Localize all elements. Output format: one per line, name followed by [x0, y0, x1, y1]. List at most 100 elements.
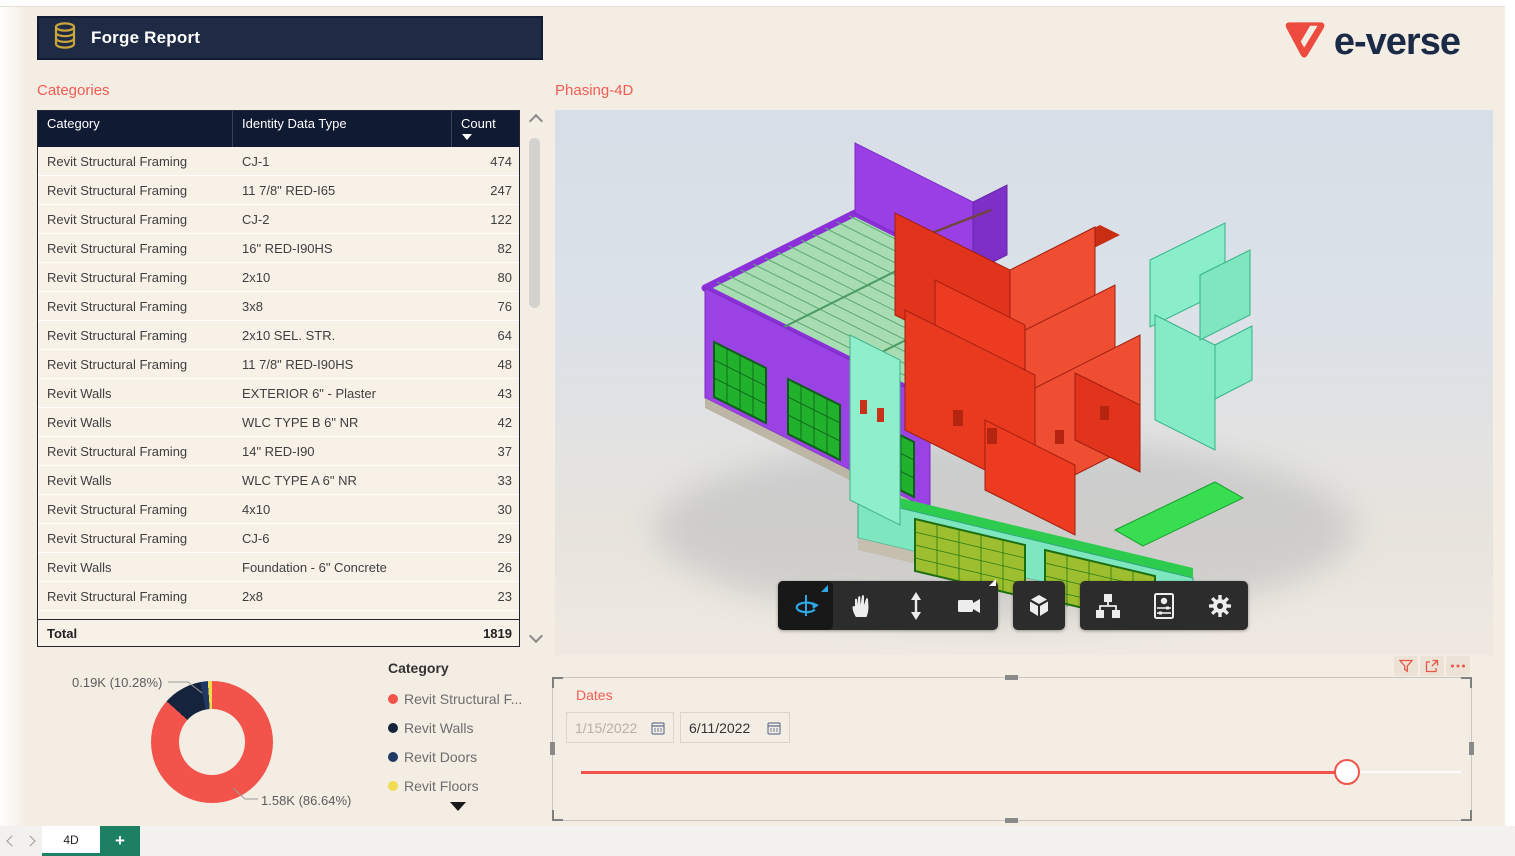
tab-4d[interactable]: 4D	[42, 826, 100, 856]
table-row[interactable]: Revit Structural Framing CJ-2 122	[38, 205, 519, 234]
focus-mode-button[interactable]	[1420, 656, 1444, 676]
scroll-up-icon[interactable]	[528, 113, 544, 129]
selection-handle-top[interactable]	[1005, 675, 1018, 680]
table-cell: 3x8	[242, 298, 263, 314]
table-cell: 64	[497, 327, 512, 343]
slider-handle[interactable]	[1333, 759, 1360, 785]
table-row[interactable]: Revit Structural Framing 4x10 30	[38, 495, 519, 524]
table-cell: Revit Structural Framing	[47, 588, 188, 604]
filter-button[interactable]	[1394, 656, 1418, 676]
properties-icon	[1154, 592, 1174, 619]
zoom-button[interactable]	[888, 581, 943, 630]
sort-desc-icon	[462, 134, 472, 140]
views-cube-icon	[1030, 594, 1048, 616]
table-cell: Revit Structural Framing	[47, 211, 188, 227]
table-cell: Revit Walls	[47, 414, 112, 430]
legend-color-dot	[388, 693, 398, 704]
camera-button[interactable]	[943, 579, 998, 630]
scroll-down-icon[interactable]	[528, 628, 544, 644]
viewer-nav-toolbar	[778, 579, 998, 630]
page-tab-bar: 4D +	[0, 826, 1515, 856]
forge-3d-viewer[interactable]	[555, 110, 1493, 655]
table-row[interactable]: Revit Structural Framing 3x8 76	[38, 292, 519, 321]
add-page-button[interactable]: +	[100, 826, 140, 856]
selection-corner[interactable]	[552, 677, 563, 688]
properties-button[interactable]	[1136, 581, 1192, 630]
phasing-visual-title: Phasing-4D	[555, 82, 634, 99]
table-scrollbar[interactable]	[528, 110, 544, 647]
legend-scroll-down-icon[interactable]	[450, 802, 466, 811]
table-row[interactable]: Revit Walls WLC TYPE A 6" NR 33	[38, 466, 519, 495]
table-total-row: Total 1819	[38, 619, 519, 646]
selection-handle-left[interactable]	[550, 742, 555, 755]
table-row[interactable]: Revit Walls EXTERIOR 6" - Plaster 43	[38, 379, 519, 408]
calendar-icon[interactable]	[767, 721, 781, 735]
table-cell: CJ-2	[242, 211, 270, 227]
visual-header-toolbar	[1394, 656, 1470, 676]
table-cell: 82	[497, 240, 512, 256]
legend-item[interactable]: Revit Floors	[388, 771, 518, 800]
legend-item[interactable]: Revit Walls	[388, 713, 518, 742]
table-row[interactable]: Revit Structural Framing 2x8 23	[38, 582, 519, 611]
column-header-category[interactable]: Category	[38, 111, 233, 147]
table-header-row: Category Identity Data Type Count	[38, 111, 519, 147]
table-cell: CJ-1	[242, 153, 270, 169]
selection-handle-right[interactable]	[1469, 742, 1474, 755]
previous-page-icon[interactable]	[6, 835, 18, 847]
column-header-count[interactable]: Count	[452, 111, 519, 147]
table-row[interactable]: Revit Walls Foundation - 6" Concrete 26	[38, 553, 519, 582]
table-cell: Revit Structural Framing	[47, 269, 188, 285]
dates-slicer[interactable]: Dates 1/15/2022 6/11/2022	[550, 675, 1474, 823]
table-row[interactable]: Revit Structural Framing 11 7/8" RED-I65 2…	[38, 176, 519, 205]
table-cell: 37	[497, 443, 512, 459]
table-row[interactable]: Revit Walls WLC TYPE B 6" NR 42	[38, 408, 519, 437]
orbit-button[interactable]	[778, 581, 833, 630]
legend-item[interactable]: Revit Structural F...	[388, 684, 522, 713]
selection-corner[interactable]	[1461, 810, 1472, 821]
table-cell: Revit Walls	[47, 385, 112, 401]
table-cell: 43	[497, 385, 512, 401]
table-cell: WLC TYPE B 6" NR	[242, 414, 359, 430]
date-range-slider[interactable]	[581, 758, 1461, 788]
scrollbar-thumb[interactable]	[529, 138, 540, 308]
table-cell: 33	[497, 472, 512, 488]
table-row[interactable]: Revit Structural Framing 2x10 80	[38, 263, 519, 292]
category-donut-chart[interactable]	[151, 681, 273, 803]
table-row[interactable]: Revit Structural Framing CJ-6 29	[38, 524, 519, 553]
table-row[interactable]: Revit Structural Framing 14" RED-I90 37	[38, 437, 519, 466]
table-row[interactable]: Revit Structural Framing CJ-1 474	[38, 147, 519, 176]
pan-button[interactable]	[833, 581, 888, 630]
table-cell: Revit Walls	[47, 559, 112, 575]
more-options-button[interactable]	[1446, 656, 1470, 676]
end-date-field[interactable]: 6/11/2022	[680, 712, 790, 743]
database-icon	[53, 21, 77, 55]
start-date-field[interactable]: 1/15/2022	[566, 712, 674, 743]
model-browser-button[interactable]	[1080, 581, 1136, 630]
table-row[interactable]: Revit Structural Framing 2x10 SEL. STR. 64	[38, 321, 519, 350]
report-title: Forge Report	[91, 28, 201, 47]
orbit-icon	[795, 594, 819, 616]
brand-logo: e-verse	[1284, 20, 1461, 65]
building-model[interactable]	[555, 110, 1493, 655]
selection-corner[interactable]	[1461, 677, 1472, 688]
donut-callout-walls: 0.19K (10.28%)	[72, 675, 163, 690]
table-row[interactable]: Revit Structural Framing 16" RED-I90HS 82	[38, 234, 519, 263]
table-row[interactable]: Revit Structural Framing 11 7/8" RED-I90H…	[38, 350, 519, 379]
next-page-icon[interactable]	[24, 835, 36, 847]
calendar-icon[interactable]	[651, 721, 665, 735]
views-cube-button[interactable]	[1013, 581, 1065, 630]
column-header-identity-data-type[interactable]: Identity Data Type	[233, 111, 452, 147]
focus-mode-icon	[1425, 659, 1439, 673]
table-row[interactable]: Revit Structural Framing14" RED-I90HS21	[38, 611, 519, 620]
selection-corner[interactable]	[552, 810, 563, 821]
filter-icon	[1399, 659, 1413, 673]
selection-handle-bottom[interactable]	[1005, 818, 1018, 823]
table-cell: 23	[497, 588, 512, 604]
table-cell: Revit Structural Framing	[47, 356, 188, 372]
settings-button[interactable]	[1192, 581, 1248, 630]
orbit-flyout-icon	[821, 585, 828, 592]
table-cell: Revit Structural Framing	[47, 443, 188, 459]
model-browser-icon	[1096, 593, 1120, 618]
table-cell: 247	[490, 182, 512, 198]
legend-item[interactable]: Revit Doors	[388, 742, 518, 771]
